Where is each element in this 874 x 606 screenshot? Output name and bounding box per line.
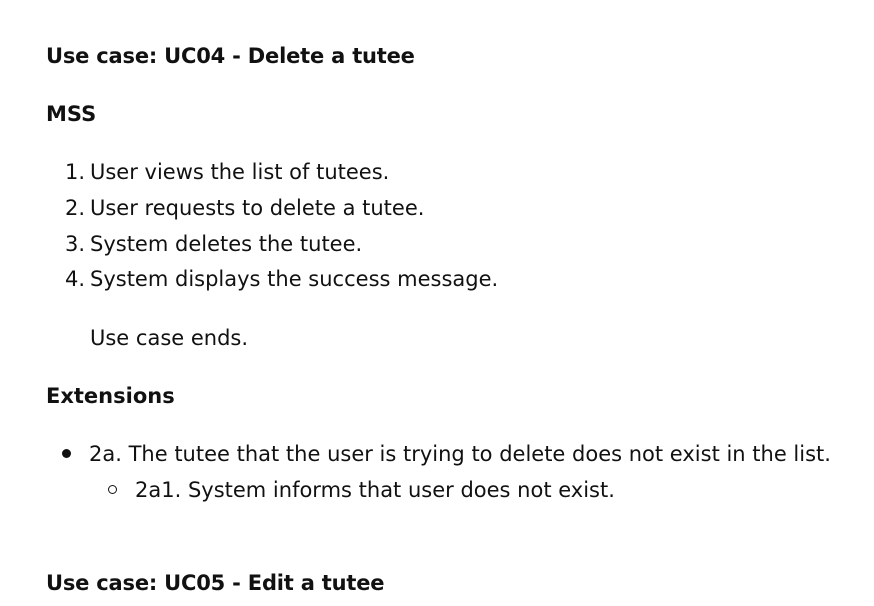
bullet-circle-icon: [108, 484, 117, 494]
step-number: 3.: [65, 232, 86, 256]
mss-step-2: 2. User requests to delete a tutee.: [65, 195, 424, 221]
step-text: User requests to delete a tutee.: [90, 196, 425, 220]
extension-text: 2a. The tutee that the user is trying to…: [89, 442, 831, 466]
step-number: 2.: [65, 196, 86, 220]
use-case-title-uc05: Use case: UC05 - Edit a tutee: [46, 571, 385, 595]
step-text: System deletes the tutee.: [90, 232, 363, 256]
extension-item: 2a. The tutee that the user is trying to…: [62, 441, 831, 467]
use-case-title-uc04: Use case: UC04 - Delete a tutee: [46, 44, 415, 68]
mss-step-4: 4. System displays the success message.: [65, 266, 498, 292]
bullet-disc-icon: [62, 448, 71, 458]
step-text: System displays the success message.: [90, 267, 499, 291]
step-text: User views the list of tutees.: [90, 160, 390, 184]
extensions-heading: Extensions: [46, 384, 175, 408]
mss-step-1: 1. User views the list of tutees.: [65, 159, 389, 185]
mss-step-3: 3. System deletes the tutee.: [65, 231, 362, 257]
step-number: 1.: [65, 160, 86, 184]
use-case-ends: Use case ends.: [90, 326, 249, 350]
extension-sub-item: 2a1. System informs that user does not e…: [108, 477, 615, 503]
extension-sub-text: 2a1. System informs that user does not e…: [135, 478, 615, 502]
mss-heading: MSS: [46, 102, 97, 126]
step-number: 4.: [65, 267, 86, 291]
